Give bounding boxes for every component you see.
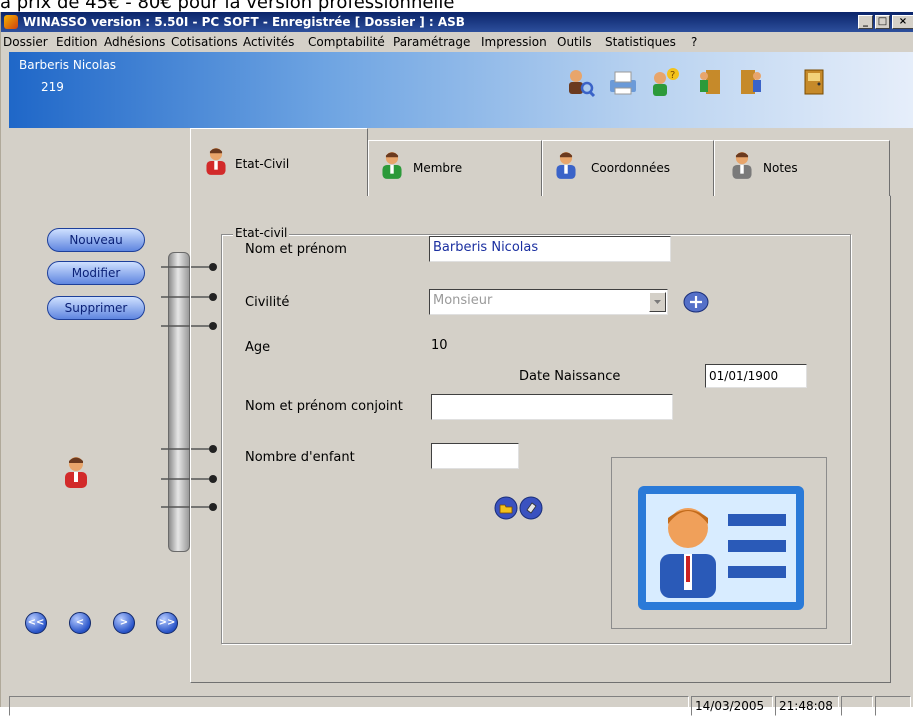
tab-label: Coordonnées <box>591 161 670 175</box>
window-title: WINASSO version : 5.50I - PC SOFT - Enre… <box>23 15 465 29</box>
children-field[interactable] <box>431 443 519 469</box>
exit-door-icon[interactable] <box>694 66 726 98</box>
status-date: 14/03/2005 <box>691 696 773 716</box>
delete-button[interactable]: Supprimer <box>47 296 145 320</box>
close-button[interactable]: × <box>892 15 913 29</box>
menu-bar: Dossier Edition Adhésions Cotisations Ac… <box>1 32 913 52</box>
svg-text:?: ? <box>670 70 675 81</box>
page-caption: a prix de 45€ - 80€ pour la version prof… <box>0 0 455 12</box>
current-user-name: Barberis Nicolas <box>19 58 117 72</box>
id-card-icon <box>638 486 804 610</box>
menu-adhesions[interactable]: Adhésions <box>104 32 165 52</box>
tab-label: Notes <box>763 161 798 175</box>
tab-etat-civil[interactable]: Etat-Civil <box>190 128 368 196</box>
name-field[interactable]: Barberis Nicolas <box>429 236 671 262</box>
maximize-button[interactable]: □ <box>875 15 890 29</box>
menu-dossier[interactable]: Dossier <box>3 32 48 52</box>
civility-label: Civilité <box>245 295 290 310</box>
age-value: 10 <box>431 338 448 353</box>
person-icon <box>65 457 87 488</box>
name-label: Nom et prénom <box>245 242 347 257</box>
menu-edition[interactable]: Edition <box>56 32 98 52</box>
menu-cotisations[interactable]: Cotisations <box>171 32 238 52</box>
previous-record-button[interactable]: < <box>69 612 91 634</box>
door-icon[interactable] <box>797 66 829 98</box>
minimize-button[interactable]: _ <box>858 15 873 29</box>
menu-statistiques[interactable]: Statistiques <box>605 32 676 52</box>
tab-label: Membre <box>413 161 463 175</box>
spouse-field[interactable] <box>431 394 673 420</box>
person-blue-icon <box>556 152 576 179</box>
status-time: 21:48:08 <box>775 696 839 716</box>
menu-comptabilite[interactable]: Comptabilité <box>308 32 385 52</box>
first-record-button[interactable]: << <box>25 612 47 634</box>
tab-coordonnees[interactable]: Coordonnées <box>542 140 714 196</box>
spouse-label: Nom et prénom conjoint <box>245 399 403 414</box>
tab-notes[interactable]: Notes <box>714 140 890 196</box>
menu-parametrage[interactable]: Paramétrage <box>393 32 470 52</box>
age-label: Age <box>245 340 271 355</box>
search-user-icon[interactable] <box>564 66 596 98</box>
person-grey-icon <box>732 152 752 179</box>
app-window: WINASSO version : 5.50I - PC SOFT - Enre… <box>0 12 913 716</box>
new-button[interactable]: Nouveau <box>47 228 145 252</box>
civility-select[interactable]: Monsieur <box>429 289 668 315</box>
tab-membre[interactable]: Membre <box>368 140 542 196</box>
birth-date-field[interactable]: 01/01/1900 <box>705 364 807 388</box>
status-message <box>9 696 689 716</box>
open-folder-icon[interactable] <box>494 496 518 520</box>
last-record-button[interactable]: >> <box>156 612 178 634</box>
status-cell-empty <box>875 696 911 716</box>
menu-outils[interactable]: Outils <box>557 32 592 52</box>
person-green-icon <box>382 152 402 179</box>
status-cell-empty <box>841 696 873 716</box>
dropdown-arrow[interactable] <box>649 292 666 312</box>
user-header: Barberis Nicolas 219 ? <box>9 52 913 128</box>
children-label: Nombre d'enfant <box>245 450 355 465</box>
menu-help[interactable]: ? <box>691 32 697 52</box>
enter-door-icon[interactable] <box>735 66 767 98</box>
add-icon[interactable] <box>683 291 709 313</box>
current-user-id: 219 <box>41 80 64 94</box>
birth-date-label: Date Naissance <box>519 369 621 384</box>
menu-activites[interactable]: Activités <box>243 32 294 52</box>
help-user-icon[interactable]: ? <box>649 66 681 98</box>
person-red-icon <box>206 148 226 175</box>
photo-frame[interactable] <box>611 457 827 629</box>
menu-impression[interactable]: Impression <box>481 32 547 52</box>
edit-button[interactable]: Modifier <box>47 261 145 285</box>
print-icon[interactable] <box>607 66 639 98</box>
title-bar[interactable]: WINASSO version : 5.50I - PC SOFT - Enre… <box>1 12 913 32</box>
app-logo-icon <box>4 15 18 29</box>
chevron-down-icon <box>654 300 661 304</box>
eraser-icon[interactable] <box>519 496 543 520</box>
next-record-button[interactable]: > <box>113 612 135 634</box>
tab-label: Etat-Civil <box>235 157 290 171</box>
group-title: Etat-civil <box>233 226 290 240</box>
